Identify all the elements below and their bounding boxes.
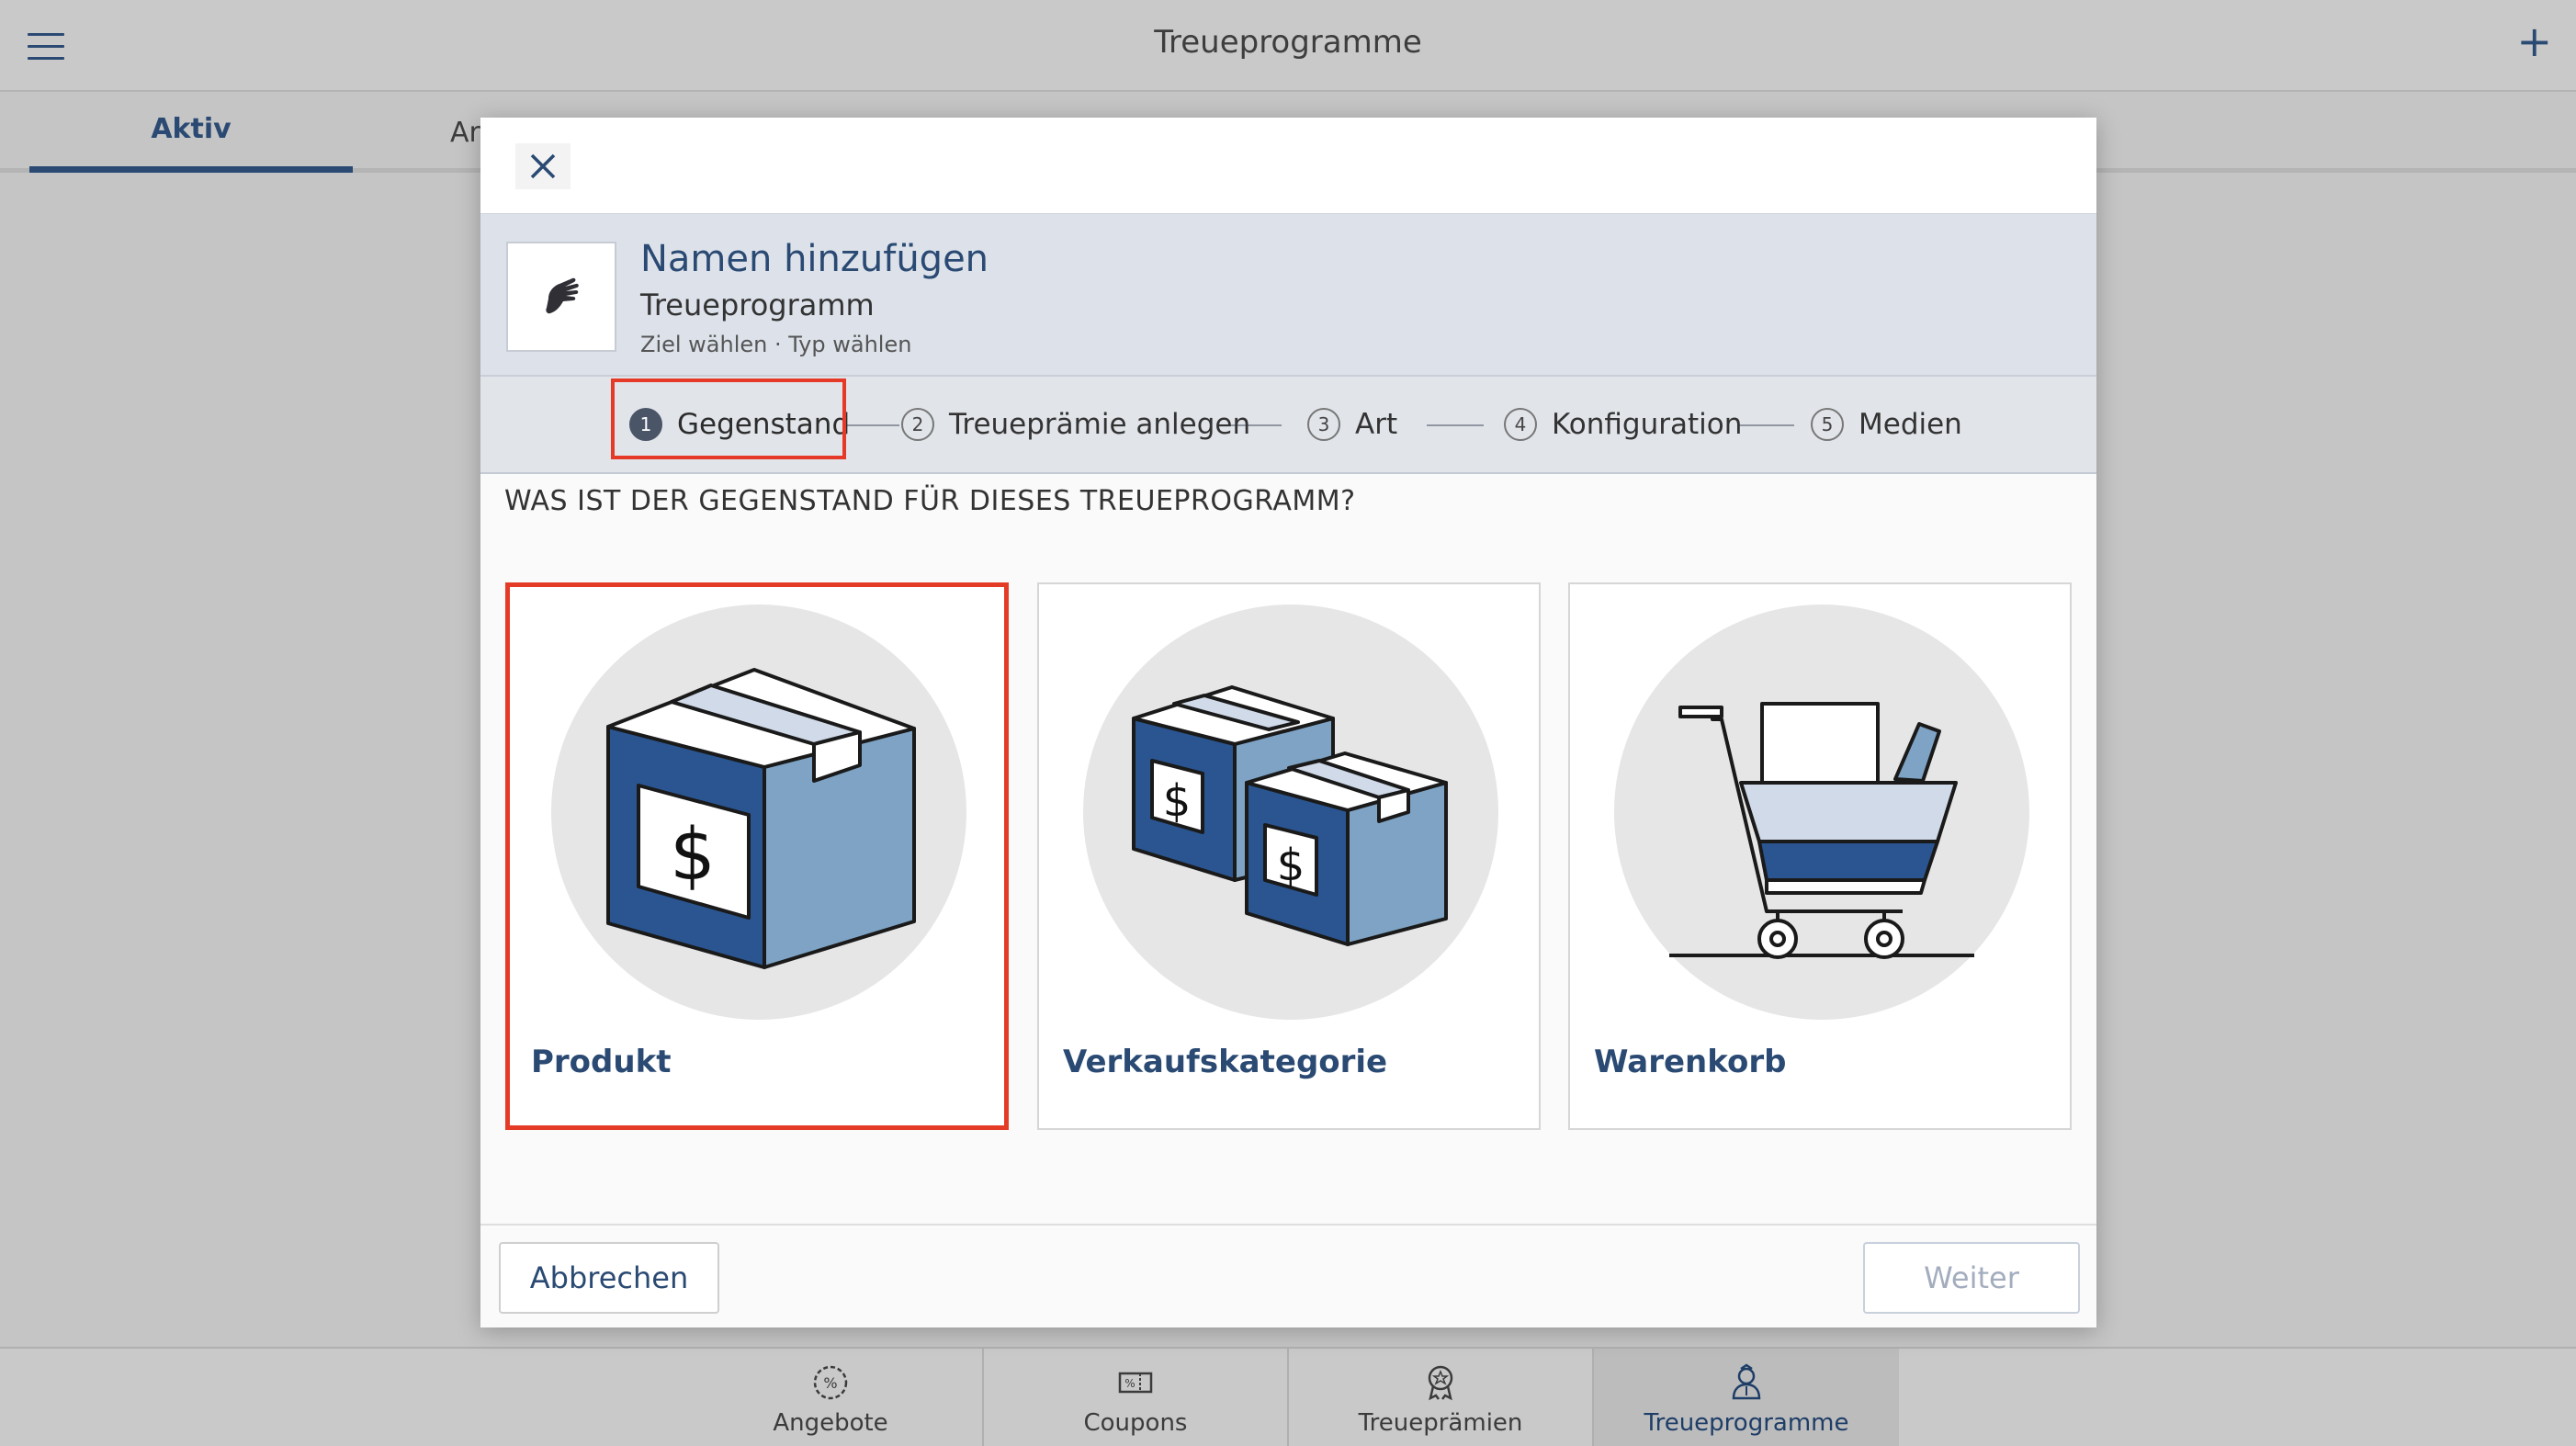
shopping-cart-icon [1669, 702, 1974, 959]
top-app-bar: Treueprogramme + [0, 0, 2576, 92]
svg-text:$: $ [1277, 840, 1305, 891]
percent-badge-icon: % [813, 1365, 848, 1400]
cancel-button[interactable]: Abbrechen [499, 1242, 719, 1314]
product-box-icon: $ [606, 668, 916, 969]
svg-text:%: % [823, 1374, 837, 1392]
tab-aktiv[interactable]: Aktiv [29, 92, 353, 173]
step-connector [1737, 424, 1794, 426]
step-medien[interactable]: 5 Medien [1811, 377, 1962, 472]
step-label: Art [1355, 408, 1398, 441]
option-card-warenkorb[interactable]: Warenkorb [1568, 582, 2072, 1130]
add-icon[interactable]: + [2516, 20, 2552, 62]
bottom-navigation: % Angebote % Coupons Treueprämien Treuep… [0, 1347, 2576, 1446]
create-loyalty-program-dialog: Namen hinzufügen Treueprogramm Ziel wähl… [480, 118, 2096, 1327]
option-label: Warenkorb [1594, 1044, 1787, 1080]
dialog-title: Namen hinzufügen [640, 238, 989, 280]
section-question: WAS IST DER GEGENSTAND FÜR DIESES TREUEP… [504, 485, 1356, 517]
nav-label: Angebote [773, 1409, 888, 1437]
step-number: 4 [1504, 408, 1537, 441]
nav-item-coupons[interactable]: % Coupons [984, 1349, 1289, 1446]
loyalty-person-icon [1732, 1363, 1761, 1400]
option-card-produkt[interactable]: $ Produkt [505, 582, 1009, 1130]
hand-icon [506, 242, 616, 352]
breadcrumb: Ziel wählen · Typ wählen [640, 332, 912, 357]
category-boxes-icon: $ $ [1132, 685, 1448, 946]
nav-item-treuepraemien[interactable]: Treueprämien [1289, 1349, 1594, 1446]
step-connector [1427, 424, 1484, 426]
step-label: Medien [1859, 408, 1962, 441]
option-label: Verkaufskategorie [1063, 1044, 1388, 1080]
nav-label: Treueprogramme [1644, 1409, 1849, 1437]
close-button[interactable] [515, 143, 571, 189]
option-label: Produkt [531, 1044, 672, 1080]
nav-label: Coupons [1083, 1409, 1188, 1437]
svg-text:%: % [1124, 1377, 1135, 1390]
page-title: Treueprogramme [1154, 24, 1422, 61]
stepper: 1 Gegenstand 2 Treueprämie anlegen 3 Art… [480, 375, 2096, 474]
step-konfiguration[interactable]: 4 Konfiguration [1504, 377, 1742, 472]
svg-text:$: $ [670, 814, 716, 897]
svg-text:$: $ [1163, 775, 1192, 827]
step-number: 2 [901, 408, 934, 441]
step-label: Treueprämie anlegen [949, 408, 1251, 441]
nav-label: Treueprämien [1358, 1409, 1523, 1437]
dialog-toolbar [480, 118, 2096, 213]
step-number: 3 [1307, 408, 1340, 441]
step-art[interactable]: 3 Art [1307, 377, 1397, 472]
step-treuepraemie-anlegen[interactable]: 2 Treueprämie anlegen [901, 377, 1250, 472]
coupon-icon: % [1118, 1372, 1153, 1394]
step-highlight-frame [611, 378, 846, 459]
step-connector [846, 424, 899, 426]
dialog-header: Namen hinzufügen Treueprogramm Ziel wähl… [480, 213, 2096, 375]
dialog-footer: Abbrechen Weiter [480, 1224, 2096, 1327]
option-card-verkaufskategorie[interactable]: $ $ Verkaufskategorie [1037, 582, 1541, 1130]
step-label: Konfiguration [1552, 408, 1743, 441]
award-ribbon-icon [1428, 1365, 1453, 1401]
next-button[interactable]: Weiter [1863, 1242, 2080, 1314]
nav-item-treueprogramme[interactable]: Treueprogramme [1594, 1349, 1899, 1446]
step-number: 5 [1811, 408, 1844, 441]
nav-item-angebote[interactable]: % Angebote [679, 1349, 984, 1446]
close-icon [530, 153, 556, 179]
dialog-subtitle: Treueprogramm [640, 288, 875, 322]
